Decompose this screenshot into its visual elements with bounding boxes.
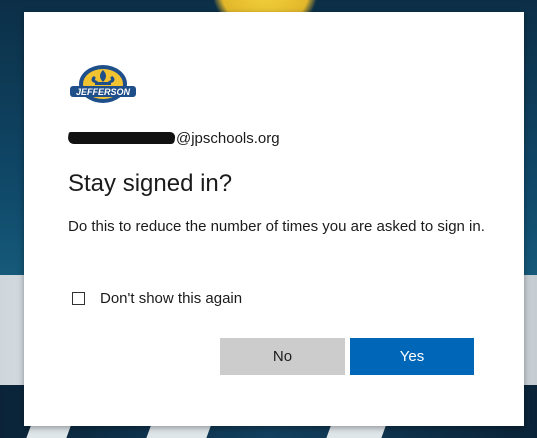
dont-show-again-checkbox-row[interactable]: Don't show this again	[72, 290, 242, 307]
dialog-description: Do this to reduce the number of times yo…	[68, 218, 485, 235]
redacted-username	[67, 132, 176, 144]
dont-show-again-label[interactable]: Don't show this again	[100, 290, 242, 307]
no-button[interactable]: No	[220, 338, 345, 375]
dialog-title: Stay signed in?	[68, 170, 233, 197]
account-email: @jpschools.org	[176, 129, 280, 147]
jefferson-logo: JEFFERSON	[70, 65, 136, 103]
yes-button[interactable]: Yes	[350, 338, 474, 375]
dont-show-again-checkbox[interactable]	[72, 292, 85, 305]
account-identifier: @jpschools.org	[67, 128, 280, 148]
stay-signed-in-dialog: JEFFERSON @jpschools.org Stay signed in?…	[24, 12, 524, 426]
logo-text: JEFFERSON	[76, 87, 131, 97]
